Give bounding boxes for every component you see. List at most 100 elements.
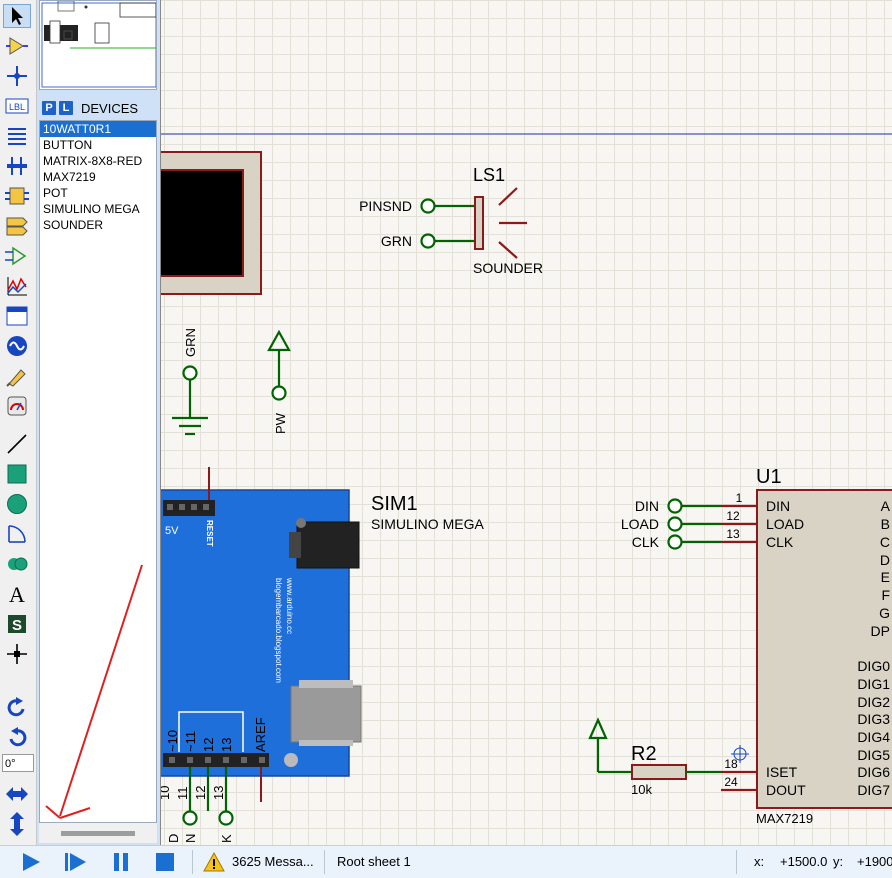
library-manager-button[interactable]: L: [59, 101, 73, 115]
u1-pin-dig5: DIG5: [857, 747, 890, 763]
u1-pin-a: A: [881, 498, 891, 514]
sounder-ls1[interactable]: LS1 PINSND GRN SOUNDER: [359, 165, 543, 276]
wire-label-icon[interactable]: LBL: [3, 94, 31, 118]
arc-2d-icon[interactable]: [3, 522, 31, 546]
u1-pin-d: D: [880, 552, 890, 568]
u1-type: MAX7219: [756, 811, 813, 826]
device-pins-icon[interactable]: [3, 244, 31, 268]
u1-pin-iset: ISET: [766, 764, 798, 780]
status-divider: [324, 850, 325, 874]
x-coordinate-label: x:: [754, 854, 765, 869]
net-clk-label: CLK: [632, 534, 660, 550]
devices-header: P L DEVICES: [39, 97, 158, 119]
y-coordinate-label: y:: [833, 854, 844, 869]
sim1-type: SIMULINO MEGA: [371, 516, 484, 532]
u1-pin-clk: CLK: [766, 534, 794, 550]
pause-button[interactable]: [104, 846, 138, 878]
y-coordinate-value: +1900: [857, 854, 892, 869]
voltage-probe-icon[interactable]: [3, 364, 31, 388]
r2-value: 10k: [631, 782, 652, 797]
scrollbar-thumb[interactable]: [61, 831, 135, 836]
list-item[interactable]: MATRIX-8X8-RED: [40, 153, 156, 169]
path-2d-icon[interactable]: [3, 552, 31, 576]
generator-icon[interactable]: [3, 334, 31, 358]
sim1-pin-10-label: ~10: [165, 730, 180, 752]
sim1-ref: SIM1: [371, 493, 418, 515]
list-item[interactable]: BUTTON: [40, 137, 156, 153]
sim1-pin-11-label: ~11: [183, 731, 198, 752]
pw-power-terminal[interactable]: PW: [267, 329, 291, 434]
arduino-io-wires[interactable]: 10 11 12 13 D N K: [161, 767, 234, 843]
schematic-canvas[interactable]: LS1 PINSND GRN SOUNDER GRN PW 5V RESET w…: [160, 0, 892, 845]
mirror-horizontal-icon[interactable]: [3, 782, 31, 806]
resistor-r2[interactable]: R2 10k: [588, 717, 721, 797]
step-button[interactable]: [58, 846, 92, 878]
rotate-clockwise-icon[interactable]: [3, 696, 31, 720]
ls1-pin-grn: GRN: [381, 233, 412, 249]
rotation-angle-field[interactable]: 0°: [2, 754, 34, 772]
circle-2d-icon[interactable]: [3, 492, 31, 516]
net-load-label: LOAD: [621, 516, 659, 532]
status-divider: [736, 850, 737, 874]
stop-button[interactable]: [148, 846, 182, 878]
terminal-n-label: N: [183, 834, 198, 843]
matrix-display[interactable]: [161, 151, 262, 295]
list-item[interactable]: MAX7219: [40, 169, 156, 185]
list-item[interactable]: SOUNDER: [40, 217, 156, 233]
ls1-pin-pinsnd: PINSND: [359, 198, 412, 214]
text-2d-icon[interactable]: A: [3, 582, 31, 606]
text-script-icon[interactable]: [3, 124, 31, 148]
u1-pin-g: G: [879, 605, 890, 621]
sim1-aref-label: AREF: [253, 717, 268, 752]
terminal-d-label: D: [166, 834, 181, 843]
u1-pin1-number: 1: [736, 491, 743, 505]
box-2d-icon[interactable]: [3, 462, 31, 486]
sim1-pin-10-below: 10: [161, 786, 172, 800]
u1-pin-din: DIN: [766, 498, 790, 514]
status-bar: 3625 Messa... Root sheet 1 x: +1500.0 y:…: [0, 845, 892, 878]
simulino-mega-sim1[interactable]: 5V RESET www.arduino.cc blogembarcado.bl…: [161, 467, 484, 802]
status-divider: [192, 850, 193, 874]
list-item[interactable]: SIMULINO MEGA: [40, 201, 156, 217]
device-list[interactable]: 10WATT0R1 BUTTON MATRIX-8X8-RED MAX7219 …: [39, 120, 157, 823]
terminals-icon[interactable]: [3, 214, 31, 238]
u1-pin-b: B: [881, 516, 890, 532]
tool-toolbar: LBL A S 0°: [0, 0, 37, 845]
tape-recorder-icon[interactable]: [3, 304, 31, 328]
junction-dot-icon[interactable]: [3, 64, 31, 88]
marker-2d-icon[interactable]: [3, 642, 31, 666]
play-button[interactable]: [14, 846, 48, 878]
list-item[interactable]: 10WATT0R1: [40, 121, 156, 137]
sheet-name: Root sheet 1: [337, 854, 411, 869]
sim1-5v-label: 5V: [165, 525, 179, 537]
svg-text:S: S: [12, 617, 22, 634]
rotate-anticlockwise-icon[interactable]: [3, 726, 31, 750]
overview-window[interactable]: [39, 0, 157, 90]
u1-pin-dp: DP: [871, 623, 890, 639]
warning-icon[interactable]: [200, 846, 228, 878]
subcircuit-icon[interactable]: [3, 184, 31, 208]
u1-pin-f: F: [881, 587, 890, 603]
x-coordinate-value: +1500.0: [780, 854, 828, 869]
sim1-reset-label: RESET: [205, 520, 214, 547]
graph-icon[interactable]: [3, 274, 31, 298]
symbol-2d-icon[interactable]: S: [3, 612, 31, 636]
list-item[interactable]: POT: [40, 185, 156, 201]
grn-ground-terminal[interactable]: GRN: [172, 328, 208, 436]
message-count[interactable]: 3625 Messa...: [232, 854, 314, 869]
u1-pin13-number: 13: [726, 527, 740, 541]
bus-icon[interactable]: [3, 154, 31, 178]
sim1-url-arduino: www.arduino.cc: [285, 577, 294, 634]
mirror-vertical-icon[interactable]: [3, 812, 31, 836]
device-list-scrollbar[interactable]: [39, 823, 157, 843]
devices-title: DEVICES: [81, 100, 139, 116]
u1-pin-dig7: DIG7: [857, 782, 890, 798]
terminal-k-label: K: [219, 834, 234, 843]
pick-devices-button[interactable]: P: [42, 101, 56, 115]
selection-mode-icon[interactable]: [3, 4, 31, 28]
virtual-instruments-icon[interactable]: [3, 394, 31, 418]
u1-pin-dig4: DIG4: [857, 729, 890, 745]
component-mode-icon[interactable]: [3, 34, 31, 58]
u1-pin-dig1: DIG1: [857, 676, 890, 692]
line-2d-icon[interactable]: [3, 432, 31, 456]
